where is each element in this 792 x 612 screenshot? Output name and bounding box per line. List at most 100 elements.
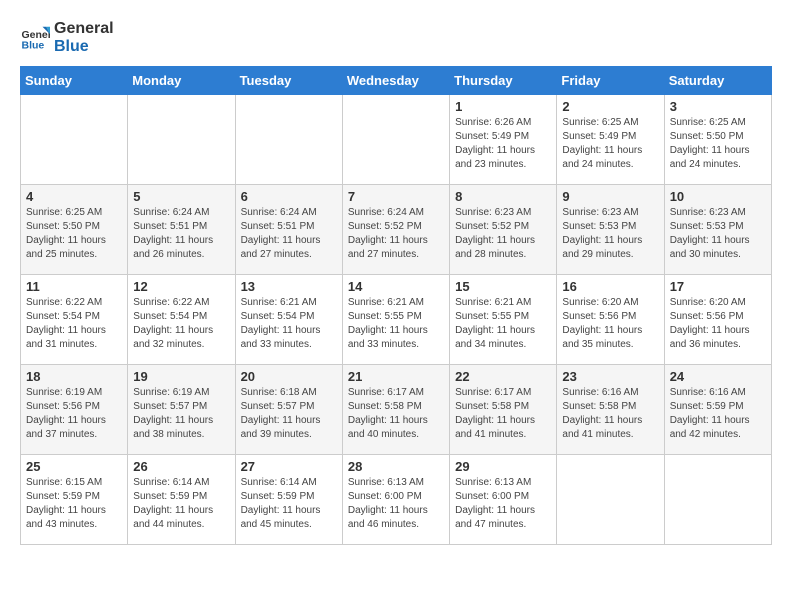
day-number: 21 bbox=[348, 369, 444, 384]
weekday-header-cell: Friday bbox=[557, 67, 664, 95]
day-info: Sunrise: 6:22 AM Sunset: 5:54 PM Dayligh… bbox=[133, 296, 229, 352]
calendar-cell: 7Sunrise: 6:24 AM Sunset: 5:52 PM Daylig… bbox=[342, 185, 449, 275]
calendar-cell bbox=[235, 95, 342, 185]
calendar-cell bbox=[21, 95, 128, 185]
calendar-cell bbox=[342, 95, 449, 185]
day-number: 12 bbox=[133, 279, 229, 294]
day-number: 2 bbox=[562, 99, 658, 114]
day-number: 22 bbox=[455, 369, 551, 384]
day-info: Sunrise: 6:25 AM Sunset: 5:49 PM Dayligh… bbox=[562, 116, 658, 172]
calendar-cell: 11 Sunrise: 6:22 AM Sunset: 5:54 PM Dayli… bbox=[21, 275, 128, 365]
calendar-cell: 6 Sunrise: 6:24 AM Sunset: 5:51 PM Daylig… bbox=[235, 185, 342, 275]
calendar-table: SundayMondayTuesdayWednesdayThursdayFrid… bbox=[20, 66, 772, 545]
calendar-body: 1 Sunrise: 6:26 AM Sunset: 5:49 PM Daylig… bbox=[21, 95, 772, 545]
day-number: 26 bbox=[133, 459, 229, 474]
calendar-cell: 19Sunrise: 6:19 AM Sunset: 5:57 PM Dayli… bbox=[128, 365, 235, 455]
calendar-cell: 28 Sunrise: 6:13 AM Sunset: 6:00 PM Dayli… bbox=[342, 455, 449, 545]
day-info: Sunrise: 6:21 AM Sunset: 5:55 PM Dayligh… bbox=[455, 296, 551, 352]
weekday-header-row: SundayMondayTuesdayWednesdayThursdayFrid… bbox=[21, 67, 772, 95]
calendar-cell: 18 Sunrise: 6:19 AM Sunset: 5:56 PM Dayli… bbox=[21, 365, 128, 455]
day-info: Sunrise: 6:25 AM Sunset: 5:50 PM Dayligh… bbox=[670, 116, 766, 172]
weekday-header-cell: Tuesday bbox=[235, 67, 342, 95]
day-number: 11 bbox=[26, 279, 122, 294]
calendar-cell: 25Sunrise: 6:15 AM Sunset: 5:59 PM Dayli… bbox=[21, 455, 128, 545]
day-number: 23 bbox=[562, 369, 658, 384]
calendar-week-row: 11 Sunrise: 6:22 AM Sunset: 5:54 PM Dayli… bbox=[21, 275, 772, 365]
day-number: 19 bbox=[133, 369, 229, 384]
calendar-cell: 13 Sunrise: 6:21 AM Sunset: 5:54 PM Dayli… bbox=[235, 275, 342, 365]
day-info: Sunrise: 6:17 AM Sunset: 5:58 PM Dayligh… bbox=[455, 386, 551, 442]
calendar-cell: 1 Sunrise: 6:26 AM Sunset: 5:49 PM Daylig… bbox=[450, 95, 557, 185]
logo: General Blue General Blue bbox=[20, 20, 114, 56]
day-info: Sunrise: 6:22 AM Sunset: 5:54 PM Dayligh… bbox=[26, 296, 122, 352]
day-number: 18 bbox=[26, 369, 122, 384]
day-number: 14 bbox=[348, 279, 444, 294]
day-number: 1 bbox=[455, 99, 551, 114]
page-header: General Blue General Blue bbox=[20, 20, 772, 56]
day-number: 25 bbox=[26, 459, 122, 474]
calendar-cell: 10 Sunrise: 6:23 AM Sunset: 5:53 PM Dayli… bbox=[664, 185, 771, 275]
day-number: 9 bbox=[562, 189, 658, 204]
day-info: Sunrise: 6:18 AM Sunset: 5:57 PM Dayligh… bbox=[241, 386, 337, 442]
day-info: Sunrise: 6:20 AM Sunset: 5:56 PM Dayligh… bbox=[562, 296, 658, 352]
calendar-cell: 22 Sunrise: 6:17 AM Sunset: 5:58 PM Dayli… bbox=[450, 365, 557, 455]
day-number: 24 bbox=[670, 369, 766, 384]
weekday-header-cell: Wednesday bbox=[342, 67, 449, 95]
day-number: 6 bbox=[241, 189, 337, 204]
day-number: 4 bbox=[26, 189, 122, 204]
day-info: Sunrise: 6:26 AM Sunset: 5:49 PM Dayligh… bbox=[455, 116, 551, 172]
day-info: Sunrise: 6:24 AM Sunset: 5:51 PM Dayligh… bbox=[241, 206, 337, 262]
day-number: 17 bbox=[670, 279, 766, 294]
day-info: Sunrise: 6:23 AM Sunset: 5:53 PM Dayligh… bbox=[670, 206, 766, 262]
calendar-cell: 4 Sunrise: 6:25 AM Sunset: 5:50 PM Daylig… bbox=[21, 185, 128, 275]
day-number: 7 bbox=[348, 189, 444, 204]
day-info: Sunrise: 6:23 AM Sunset: 5:53 PM Dayligh… bbox=[562, 206, 658, 262]
calendar-week-row: 1 Sunrise: 6:26 AM Sunset: 5:49 PM Daylig… bbox=[21, 95, 772, 185]
day-number: 8 bbox=[455, 189, 551, 204]
calendar-cell: 20 Sunrise: 6:18 AM Sunset: 5:57 PM Dayli… bbox=[235, 365, 342, 455]
calendar-cell: 3Sunrise: 6:25 AM Sunset: 5:50 PM Daylig… bbox=[664, 95, 771, 185]
day-number: 16 bbox=[562, 279, 658, 294]
calendar-week-row: 4 Sunrise: 6:25 AM Sunset: 5:50 PM Daylig… bbox=[21, 185, 772, 275]
logo-text-blue: Blue bbox=[54, 38, 114, 56]
calendar-cell: 24 Sunrise: 6:16 AM Sunset: 5:59 PM Dayli… bbox=[664, 365, 771, 455]
calendar-cell: 26 Sunrise: 6:14 AM Sunset: 5:59 PM Dayli… bbox=[128, 455, 235, 545]
calendar-cell: 14 Sunrise: 6:21 AM Sunset: 5:55 PM Dayli… bbox=[342, 275, 449, 365]
day-number: 29 bbox=[455, 459, 551, 474]
day-number: 27 bbox=[241, 459, 337, 474]
day-info: Sunrise: 6:13 AM Sunset: 6:00 PM Dayligh… bbox=[348, 476, 444, 532]
day-number: 20 bbox=[241, 369, 337, 384]
svg-text:Blue: Blue bbox=[22, 40, 45, 52]
day-info: Sunrise: 6:21 AM Sunset: 5:54 PM Dayligh… bbox=[241, 296, 337, 352]
day-info: Sunrise: 6:16 AM Sunset: 5:58 PM Dayligh… bbox=[562, 386, 658, 442]
day-info: Sunrise: 6:24 AM Sunset: 5:51 PM Dayligh… bbox=[133, 206, 229, 262]
day-number: 28 bbox=[348, 459, 444, 474]
day-number: 10 bbox=[670, 189, 766, 204]
day-info: Sunrise: 6:17 AM Sunset: 5:58 PM Dayligh… bbox=[348, 386, 444, 442]
calendar-cell: 15Sunrise: 6:21 AM Sunset: 5:55 PM Dayli… bbox=[450, 275, 557, 365]
calendar-week-row: 18 Sunrise: 6:19 AM Sunset: 5:56 PM Dayli… bbox=[21, 365, 772, 455]
calendar-cell: 17Sunrise: 6:20 AM Sunset: 5:56 PM Dayli… bbox=[664, 275, 771, 365]
weekday-header-cell: Thursday bbox=[450, 67, 557, 95]
calendar-cell bbox=[557, 455, 664, 545]
calendar-cell bbox=[664, 455, 771, 545]
calendar-cell: 23 Sunrise: 6:16 AM Sunset: 5:58 PM Dayli… bbox=[557, 365, 664, 455]
logo-icon: General Blue bbox=[20, 23, 50, 53]
calendar-cell: 21 Sunrise: 6:17 AM Sunset: 5:58 PM Dayli… bbox=[342, 365, 449, 455]
weekday-header-cell: Monday bbox=[128, 67, 235, 95]
day-info: Sunrise: 6:14 AM Sunset: 5:59 PM Dayligh… bbox=[133, 476, 229, 532]
logo-text-general: General bbox=[54, 20, 114, 38]
day-number: 13 bbox=[241, 279, 337, 294]
calendar-cell: 2 Sunrise: 6:25 AM Sunset: 5:49 PM Daylig… bbox=[557, 95, 664, 185]
day-info: Sunrise: 6:21 AM Sunset: 5:55 PM Dayligh… bbox=[348, 296, 444, 352]
day-info: Sunrise: 6:19 AM Sunset: 5:56 PM Dayligh… bbox=[26, 386, 122, 442]
calendar-cell: 12 Sunrise: 6:22 AM Sunset: 5:54 PM Dayli… bbox=[128, 275, 235, 365]
day-info: Sunrise: 6:25 AM Sunset: 5:50 PM Dayligh… bbox=[26, 206, 122, 262]
day-info: Sunrise: 6:16 AM Sunset: 5:59 PM Dayligh… bbox=[670, 386, 766, 442]
weekday-header-cell: Saturday bbox=[664, 67, 771, 95]
calendar-cell: 16 Sunrise: 6:20 AM Sunset: 5:56 PM Dayli… bbox=[557, 275, 664, 365]
day-number: 5 bbox=[133, 189, 229, 204]
calendar-cell: 27Sunrise: 6:14 AM Sunset: 5:59 PM Dayli… bbox=[235, 455, 342, 545]
calendar-cell: 29Sunrise: 6:13 AM Sunset: 6:00 PM Dayli… bbox=[450, 455, 557, 545]
calendar-week-row: 25Sunrise: 6:15 AM Sunset: 5:59 PM Dayli… bbox=[21, 455, 772, 545]
